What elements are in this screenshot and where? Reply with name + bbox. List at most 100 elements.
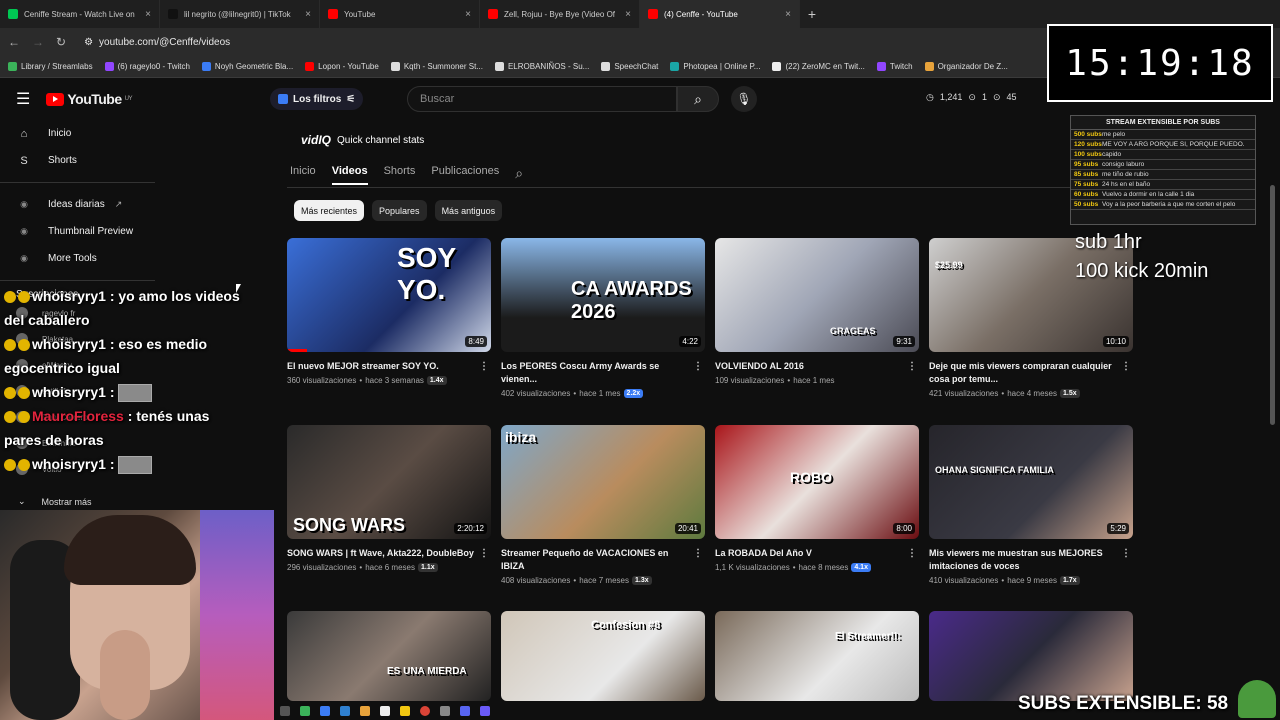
- more-options-icon[interactable]: ⋮: [693, 547, 703, 560]
- bookmark-item[interactable]: Noyh Geometric Bla...: [201, 62, 293, 71]
- back-icon[interactable]: ←: [8, 35, 20, 49]
- video-card[interactable]: ES UNA MIERDA: [287, 611, 491, 701]
- sort-chip[interactable]: Populares: [372, 200, 427, 221]
- sidebar-tool-item[interactable]: ◉ More Tools: [0, 245, 155, 272]
- sidebar-tool-item[interactable]: ◉ Ideas diarias ↗: [0, 191, 155, 218]
- browser-tab[interactable]: (4) Cenffe - YouTube ×: [640, 0, 800, 28]
- site-info-icon[interactable]: ⚙: [84, 37, 93, 48]
- video-thumbnail[interactable]: ES UNA MIERDA: [287, 611, 491, 701]
- video-card[interactable]: SOY YO. 8:49 El nuevo MEJOR streamer SOY Y…: [287, 238, 491, 385]
- youtube-logo[interactable]: YouTube UY: [46, 91, 133, 107]
- video-thumbnail[interactable]: ibiza 20:41: [501, 425, 705, 539]
- bookmark-item[interactable]: Lopon - YouTube: [305, 62, 379, 71]
- taskbar-app-icon[interactable]: [360, 706, 370, 716]
- video-thumbnail[interactable]: SOY YO. 8:49: [287, 238, 491, 352]
- taskbar-app-icon[interactable]: [460, 706, 470, 716]
- tab-inicio[interactable]: Inicio: [290, 165, 316, 185]
- goal-text: Voy a la peor barberia a que me corten e…: [1102, 201, 1236, 208]
- sort-chip[interactable]: Más antiguos: [434, 200, 503, 221]
- more-options-icon[interactable]: ⋮: [1121, 360, 1131, 373]
- hamburger-menu-icon[interactable]: ☰: [16, 89, 30, 109]
- video-card[interactable]: ibiza 20:41 Streamer Pequeño de VACACIONES…: [501, 425, 705, 585]
- tab-videos[interactable]: Videos: [331, 165, 368, 185]
- bookmark-item[interactable]: Organizador De Z...: [924, 62, 1008, 71]
- sidebar-tool-item[interactable]: ◉ Thumbnail Preview: [0, 218, 155, 245]
- chrome-taskbar-icon[interactable]: [420, 706, 430, 716]
- close-tab-icon[interactable]: ×: [625, 9, 631, 20]
- reload-icon[interactable]: ↻: [56, 35, 66, 49]
- video-thumbnail[interactable]: GRAGEAS 9:31: [715, 238, 919, 352]
- browser-tab[interactable]: Ceniffe Stream - Watch Live on ×: [0, 0, 160, 28]
- taskbar-app-icon[interactable]: [400, 706, 410, 716]
- bookmark-item[interactable]: Twitch: [876, 62, 913, 71]
- video-card[interactable]: OHANA SIGNIFICA FAMILIA 5:29 Mis viewers m…: [929, 425, 1133, 585]
- more-options-icon[interactable]: ⋮: [479, 547, 489, 560]
- bookmark-item[interactable]: Library / Streamlabs: [8, 62, 93, 71]
- close-tab-icon[interactable]: ×: [465, 9, 471, 20]
- video-thumbnail[interactable]: El Streamer!!:: [715, 611, 919, 701]
- video-card[interactable]: SONG WARS 2:20:12 SONG WARS | ft Wave, Akt…: [287, 425, 491, 572]
- more-options-icon[interactable]: ⋮: [907, 360, 917, 373]
- tab-publicaciones[interactable]: Publicaciones: [431, 165, 499, 185]
- sort-chip[interactable]: Más recientes: [294, 200, 365, 221]
- video-card[interactable]: Confesion #8: [501, 611, 705, 701]
- bookmark-item[interactable]: ELROBANIÑOS - Su...: [494, 62, 589, 71]
- browser-tab[interactable]: Zell, Rojuu - Bye Bye (Video Of ×: [480, 0, 640, 28]
- taskbar-app-icon[interactable]: [440, 706, 450, 716]
- taskbar-app-icon[interactable]: [480, 706, 490, 716]
- page-scrollbar[interactable]: [1270, 185, 1275, 425]
- video-title[interactable]: VOLVIENDO AL 2016 ⋮: [715, 360, 919, 373]
- new-tab-icon[interactable]: +: [800, 6, 824, 22]
- close-tab-icon[interactable]: ×: [145, 9, 151, 20]
- video-title[interactable]: La ROBADA Del Año V ⋮: [715, 547, 919, 560]
- video-title[interactable]: SONG WARS | ft Wave, Akta222, DoubleBoy ⋮: [287, 547, 491, 560]
- browser-tab[interactable]: lil negrito (@lilnegrit0) | TikTok ×: [160, 0, 320, 28]
- taskbar-app-icon[interactable]: [380, 706, 390, 716]
- thumbnail-text: ROBO: [790, 469, 832, 485]
- search-input[interactable]: Buscar: [407, 86, 677, 112]
- video-card[interactable]: [929, 611, 1133, 701]
- tab-shorts[interactable]: Shorts: [384, 165, 416, 185]
- taskbar-app-icon[interactable]: [300, 706, 310, 716]
- more-options-icon[interactable]: ⋮: [907, 547, 917, 560]
- more-options-icon[interactable]: ⋮: [479, 360, 489, 373]
- sidebar-item-inicio[interactable]: ⌂ Inicio: [0, 120, 155, 147]
- video-card[interactable]: GRAGEAS 9:31 VOLVIENDO AL 2016 ⋮ 109 visuali…: [715, 238, 919, 385]
- filters-button[interactable]: Los filtros ⚟: [270, 88, 364, 110]
- voice-search-button[interactable]: 🎙: [731, 86, 757, 112]
- vidiq-bar[interactable]: vidIQ Quick channel stats: [301, 133, 424, 147]
- show-more-button[interactable]: ⌄ Mostrar más: [0, 496, 92, 507]
- search-button[interactable]: ⌕: [677, 86, 719, 112]
- video-card[interactable]: ROBO 8:00 La ROBADA Del Año V ⋮ 1,1 K visual…: [715, 425, 919, 572]
- video-thumbnail[interactable]: Confesion #8: [501, 611, 705, 701]
- video-thumbnail[interactable]: SONG WARS 2:20:12: [287, 425, 491, 539]
- bookmark-item[interactable]: (6) rageylo0 - Twitch: [104, 62, 190, 71]
- video-title[interactable]: Streamer Pequeño de VACACIONES en IBIZA ⋮: [501, 547, 705, 573]
- video-card[interactable]: CA AWARDS 2026 4:22 Los PEORES Coscu Army …: [501, 238, 705, 398]
- bookmark-item[interactable]: Kqth - Summoner St...: [390, 62, 483, 71]
- video-thumbnail[interactable]: [929, 611, 1133, 701]
- video-title[interactable]: Mis viewers me muestran sus MEJORES imit…: [929, 547, 1133, 573]
- taskbar-app-icon[interactable]: [340, 706, 350, 716]
- video-thumbnail[interactable]: CA AWARDS 2026 4:22: [501, 238, 705, 352]
- forward-icon[interactable]: →: [32, 35, 44, 49]
- video-card[interactable]: El Streamer!!:: [715, 611, 919, 701]
- close-tab-icon[interactable]: ×: [305, 9, 311, 20]
- sidebar-item-shorts[interactable]: S Shorts: [0, 147, 155, 174]
- url-field[interactable]: ⚙ youtube.com/@Cenffe/videos: [84, 37, 230, 48]
- video-title[interactable]: Los PEORES Coscu Army Awards se vienen..…: [501, 360, 705, 386]
- channel-search-icon[interactable]: ⌕: [515, 165, 523, 185]
- more-options-icon[interactable]: ⋮: [693, 360, 703, 373]
- taskbar-app-icon[interactable]: [320, 706, 330, 716]
- video-title[interactable]: El nuevo MEJOR streamer SOY YO. ⋮: [287, 360, 491, 373]
- bookmark-item[interactable]: Photopea | Online P...: [670, 62, 760, 71]
- video-thumbnail[interactable]: ROBO 8:00: [715, 425, 919, 539]
- browser-tab[interactable]: YouTube ×: [320, 0, 480, 28]
- video-title[interactable]: Deje que mis viewers compraran cualquier…: [929, 360, 1133, 386]
- bookmark-item[interactable]: SpeechChat: [601, 62, 658, 71]
- close-tab-icon[interactable]: ×: [785, 9, 791, 20]
- video-thumbnail[interactable]: OHANA SIGNIFICA FAMILIA 5:29: [929, 425, 1133, 539]
- bookmark-item[interactable]: (22) ZeroMC en Twit...: [772, 62, 865, 71]
- more-options-icon[interactable]: ⋮: [1121, 547, 1131, 560]
- taskbar-app-icon[interactable]: [280, 706, 290, 716]
